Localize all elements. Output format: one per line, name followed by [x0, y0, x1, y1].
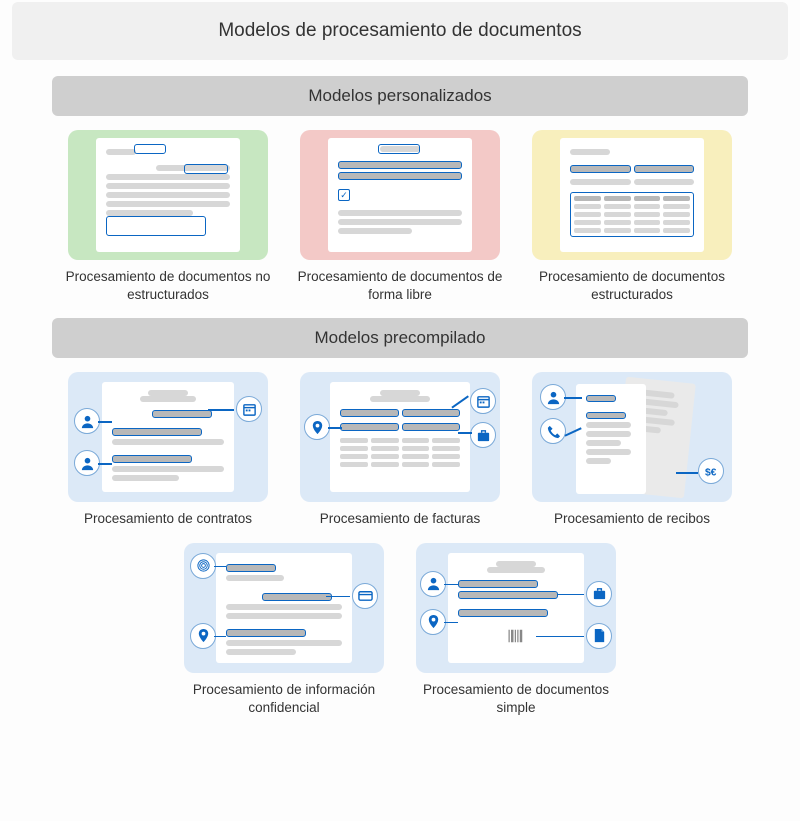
phone-icon [540, 418, 566, 444]
person-icon [74, 450, 100, 476]
person-icon [420, 571, 446, 597]
calendar-icon [470, 388, 496, 414]
location-pin-icon [304, 414, 330, 440]
credit-card-icon [352, 583, 378, 609]
card-structured: Procesamiento de documentos estructurado… [527, 130, 737, 304]
caption-structured: Procesamiento de documentos estructurado… [527, 268, 737, 304]
card-freeform: ✓ Procesamiento de documentos de forma l… [295, 130, 505, 304]
card-confidential: Procesamiento de información confidencia… [179, 543, 389, 717]
location-pin-icon [420, 609, 446, 635]
illustration-receipts [532, 372, 732, 502]
caption-contracts: Procesamiento de contratos [84, 510, 252, 528]
prebuilt-row-2: Procesamiento de información confidencia… [2, 543, 798, 717]
caption-simple: Procesamiento de documentos simple [411, 681, 621, 717]
location-pin-icon [190, 623, 216, 649]
caption-unstructured: Procesamiento de documentos no estructur… [63, 268, 273, 304]
illustration-simple [416, 543, 616, 673]
illustration-confidential [184, 543, 384, 673]
person-icon [74, 408, 100, 434]
calendar-icon [236, 396, 262, 422]
page-title: Modelos de procesamiento de documentos [12, 2, 788, 60]
caption-receipts: Procesamiento de recibos [554, 510, 710, 528]
card-unstructured: Procesamiento de documentos no estructur… [63, 130, 273, 304]
caption-invoices: Procesamiento de facturas [320, 510, 481, 528]
illustration-unstructured [68, 130, 268, 260]
caption-freeform: Procesamiento de documentos de forma lib… [295, 268, 505, 304]
checkbox-icon: ✓ [338, 189, 350, 201]
custom-models-row: Procesamiento de documentos no estructur… [2, 130, 798, 304]
card-receipts: Procesamiento de recibos [527, 372, 737, 528]
prebuilt-row-1: Procesamiento de contratos [2, 372, 798, 528]
person-icon [540, 384, 566, 410]
section-heading-prebuilt: Modelos precompilado [52, 318, 748, 358]
illustration-invoices [300, 372, 500, 502]
illustration-freeform: ✓ [300, 130, 500, 260]
card-contracts: Procesamiento de contratos [63, 372, 273, 528]
caption-confidential: Procesamiento de información confidencia… [179, 681, 389, 717]
illustration-structured [532, 130, 732, 260]
briefcase-icon [586, 581, 612, 607]
briefcase-icon [470, 422, 496, 448]
card-simple: Procesamiento de documentos simple [411, 543, 621, 717]
section-heading-custom: Modelos personalizados [52, 76, 748, 116]
card-invoices: Procesamiento de facturas [295, 372, 505, 528]
currency-icon [698, 458, 724, 484]
barcode-icon [501, 626, 531, 646]
fingerprint-icon [190, 553, 216, 579]
illustration-contracts [68, 372, 268, 502]
file-icon [586, 623, 612, 649]
